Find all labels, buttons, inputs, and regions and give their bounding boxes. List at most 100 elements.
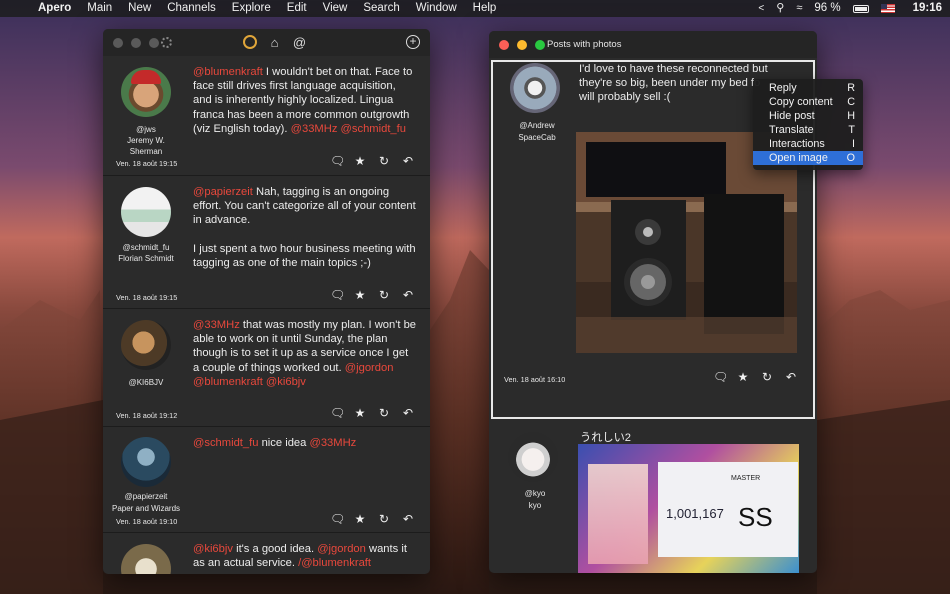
menu-channels[interactable]: Channels — [159, 0, 224, 17]
star-icon[interactable]: ★ — [737, 371, 749, 383]
star-icon[interactable]: ★ — [354, 289, 366, 301]
post-item[interactable]: @jws Jeremy W. Sherman Ven. 18 août 19:1… — [103, 56, 430, 176]
mention-link[interactable]: @papierzeit — [193, 186, 253, 198]
repost-icon[interactable]: ↻ — [378, 289, 390, 301]
menu-window[interactable]: Window — [408, 0, 465, 17]
mention-link[interactable]: @schmidt_fu — [193, 437, 258, 449]
user-handle[interactable]: @schmidt_fu — [103, 242, 189, 253]
minimize-button[interactable] — [131, 38, 141, 48]
post-item[interactable]: @ki6bjv it's a good idea. @jgordon wants… — [103, 533, 430, 574]
loading-spinner-icon — [161, 37, 172, 48]
user-display-name: Jeremy W. Sherman — [127, 136, 165, 156]
post-body: @schmidt_fu nice idea @33MHz — [193, 436, 417, 450]
mention-link[interactable]: @ki6bjv — [193, 543, 233, 555]
mention-link[interactable]: @jgordon — [317, 543, 366, 555]
repost-icon[interactable]: ↻ — [378, 407, 390, 419]
conversation-icon[interactable]: 🗨 — [330, 407, 345, 419]
star-icon[interactable]: ★ — [354, 407, 366, 419]
zoom-button[interactable] — [149, 38, 159, 48]
caret-icon[interactable]: < — [758, 0, 764, 17]
timeline-titlebar: ⌂ @ + — [103, 29, 430, 56]
repost-icon[interactable]: ↻ — [378, 513, 390, 525]
menu-app-name[interactable]: Apero — [30, 0, 79, 17]
reply-icon[interactable]: ↶ — [785, 371, 797, 383]
user-handle[interactable]: @kyo — [492, 488, 578, 499]
menu-item-label: Reply — [769, 82, 797, 94]
avatar[interactable] — [510, 63, 560, 113]
conversation-icon[interactable]: 🗨 — [713, 371, 728, 383]
menu-help[interactable]: Help — [465, 0, 505, 17]
repost-icon[interactable]: ↻ — [378, 155, 390, 167]
mention-link[interactable]: @33MHz — [309, 437, 356, 449]
avatar[interactable] — [121, 320, 171, 370]
menu-view[interactable]: View — [315, 0, 356, 17]
menu-bar: Apero Main New Channels Explore Edit Vie… — [0, 0, 950, 17]
conversation-icon[interactable]: 🗨 — [330, 155, 345, 167]
reply-icon[interactable]: ↶ — [402, 289, 414, 301]
battery-icon[interactable] — [852, 4, 869, 13]
mention-link[interactable]: @33MHz — [291, 123, 338, 135]
menu-item-reply[interactable]: Reply R — [753, 81, 863, 95]
mention-link[interactable]: @blumenkraft — [193, 376, 263, 388]
global-stream-icon[interactable] — [243, 35, 257, 49]
post-body: @papierzeit Nah, tagging is an ongoing e… — [193, 185, 417, 284]
mention-link[interactable]: @blumenkraft — [193, 66, 263, 78]
reply-icon[interactable]: ↶ — [402, 407, 414, 419]
post-item[interactable]: @schmidt_fu Florian Schmidt Ven. 18 août… — [103, 176, 430, 309]
minimize-button[interactable] — [517, 40, 527, 50]
mention-link[interactable]: /@blumenkraft — [298, 557, 371, 569]
user-display-name: Paper and Wizards — [111, 504, 181, 513]
star-icon[interactable]: ★ — [354, 155, 366, 167]
user-handle[interactable]: @Andrew — [494, 120, 580, 131]
new-post-plus-icon[interactable]: + — [406, 35, 420, 49]
post-photo-game[interactable]: MASTER 1,001,167 SS — [578, 444, 799, 573]
spotlight-search-icon[interactable]: ⚲ — [776, 0, 784, 17]
wifi-icon[interactable]: ≈ — [796, 0, 802, 17]
avatar[interactable] — [508, 432, 558, 482]
home-icon[interactable]: ⌂ — [267, 35, 282, 50]
menu-main[interactable]: Main — [79, 0, 120, 17]
mentions-at-icon[interactable]: @ — [292, 35, 307, 50]
mention-link[interactable]: @jgordon — [345, 362, 394, 374]
menu-item-interactions[interactable]: Interactions I — [753, 137, 863, 151]
mention-link[interactable]: @33MHz — [193, 319, 240, 331]
star-icon[interactable]: ★ — [354, 513, 366, 525]
post-body: @33MHz that was mostly my plan. I won't … — [193, 318, 417, 389]
avatar[interactable] — [121, 544, 171, 574]
post-body: I'd love to have these reconnected but t… — [579, 63, 768, 104]
repost-icon[interactable]: ↻ — [761, 371, 773, 383]
user-handle[interactable]: @jws — [103, 124, 189, 135]
menu-item-translate[interactable]: Translate T — [753, 123, 863, 137]
user-display-name: SpaceCab — [518, 133, 556, 142]
menu-item-open-image[interactable]: Open image O — [753, 151, 863, 165]
menu-item-copy-content[interactable]: Copy content C — [753, 95, 863, 109]
menu-edit[interactable]: Edit — [279, 0, 315, 17]
reply-icon[interactable]: ↶ — [402, 513, 414, 525]
menu-search[interactable]: Search — [355, 0, 407, 17]
us-flag-icon[interactable] — [880, 4, 895, 13]
conversation-icon[interactable]: 🗨 — [330, 513, 345, 525]
window-controls — [113, 38, 159, 48]
post-item[interactable]: @papierzeit Paper and Wizards Ven. 18 ao… — [103, 427, 430, 533]
avatar[interactable] — [121, 187, 171, 237]
close-button[interactable] — [113, 38, 123, 48]
menu-new[interactable]: New — [120, 0, 159, 17]
avatar[interactable] — [121, 437, 171, 487]
user-handle[interactable]: @KI6BJV — [103, 377, 189, 388]
mention-link[interactable]: @ki6bjv — [266, 376, 306, 388]
close-button[interactable] — [499, 40, 509, 50]
conversation-icon[interactable]: 🗨 — [330, 289, 345, 301]
menu-explore[interactable]: Explore — [224, 0, 279, 17]
mention-link[interactable]: @schmidt_fu — [341, 123, 406, 135]
reply-icon[interactable]: ↶ — [402, 155, 414, 167]
post-timestamp: Ven. 18 août 19:15 — [116, 159, 178, 168]
post-item[interactable]: @KI6BJV Ven. 18 août 19:12 @33MHz that w… — [103, 309, 430, 427]
zoom-button[interactable] — [535, 40, 545, 50]
game-score: 1,001,167 — [666, 506, 724, 521]
user-handle[interactable]: @papierzeit — [103, 491, 189, 502]
menu-item-hide-post[interactable]: Hide post H — [753, 109, 863, 123]
menu-clock[interactable]: 19:16 — [913, 0, 942, 17]
avatar[interactable] — [121, 67, 171, 117]
battery-percent[interactable]: 96 % — [814, 0, 840, 17]
user-display-name: kyo — [528, 501, 542, 510]
